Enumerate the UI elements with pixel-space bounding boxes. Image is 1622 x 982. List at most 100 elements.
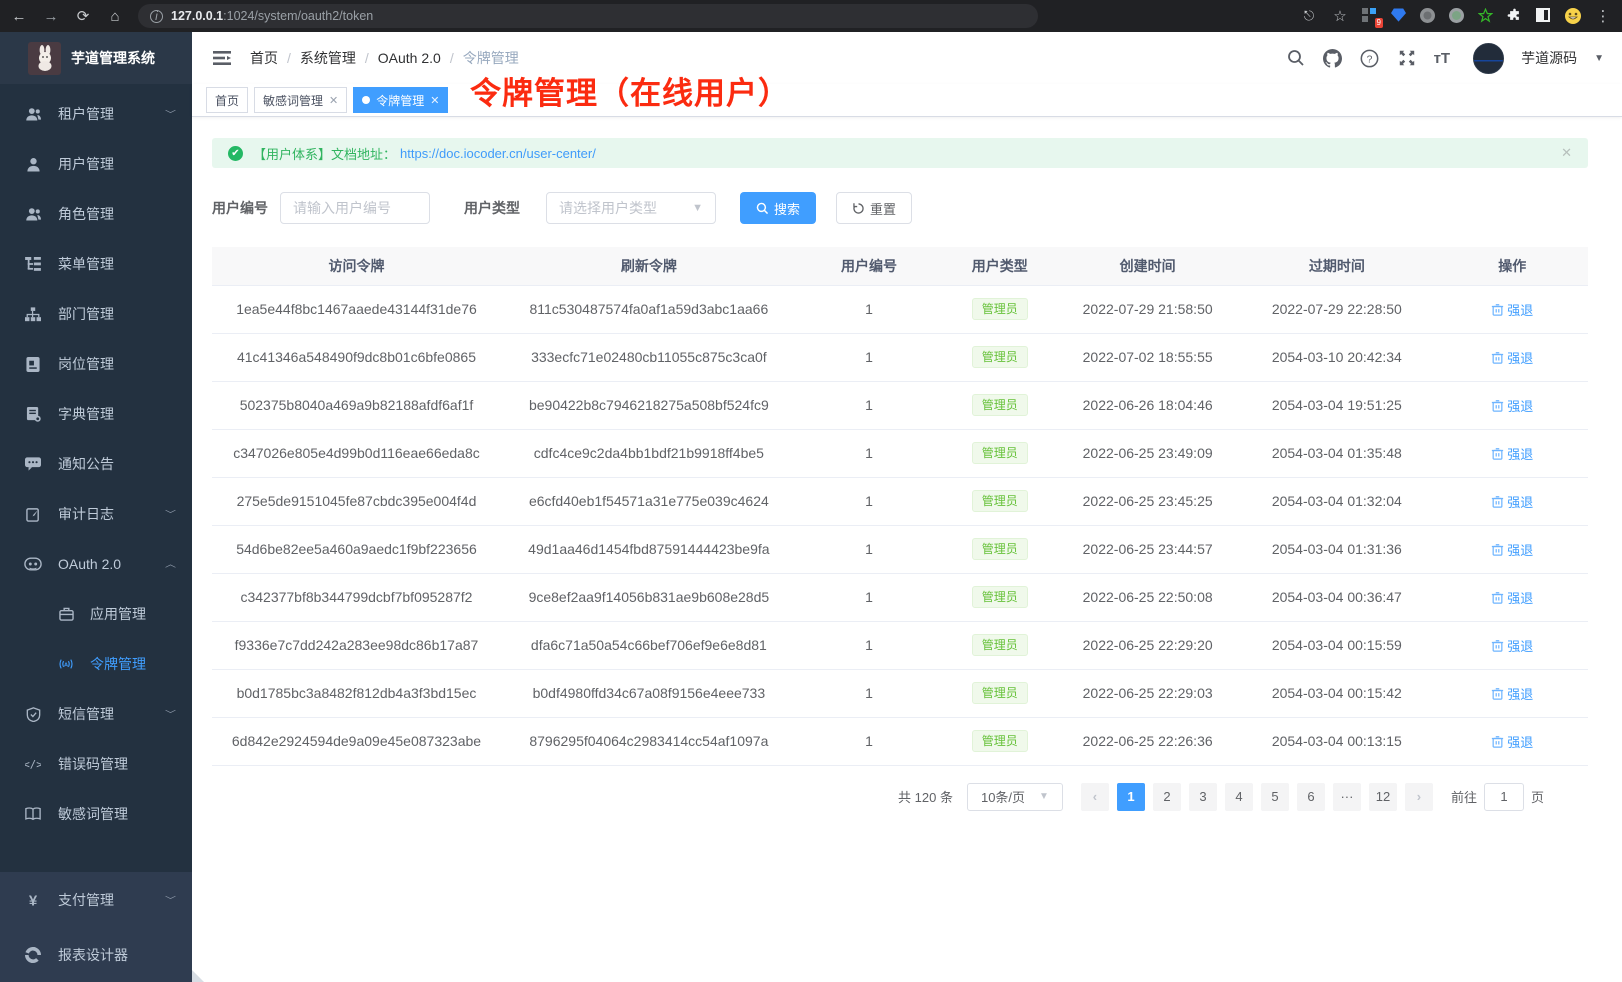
- user-caret-icon[interactable]: ▼: [1594, 53, 1604, 64]
- force-logout-button[interactable]: 强退: [1491, 300, 1533, 319]
- created-time-cell: 2022-06-25 23:45:25: [1058, 477, 1237, 525]
- breadcrumb-current: 令牌管理: [463, 48, 519, 68]
- username[interactable]: 芋道源码: [1521, 48, 1577, 68]
- tab-首页[interactable]: 首页: [206, 87, 248, 113]
- avatar[interactable]: [1473, 43, 1504, 74]
- breadcrumb-home[interactable]: 首页: [250, 48, 278, 68]
- hamburger-icon[interactable]: [212, 48, 232, 68]
- url-text: 127.0.0.1:1024/system/oauth2/token: [171, 9, 373, 23]
- user-type-select[interactable]: 请选择用户类型 ▼: [546, 192, 716, 224]
- sidebar-item-oauth2-token[interactable]: A令牌管理: [0, 639, 192, 689]
- svg-text:A: A: [64, 662, 68, 668]
- force-logout-button[interactable]: 强退: [1491, 444, 1533, 463]
- column-header: 创建时间: [1058, 247, 1237, 285]
- page-button-5[interactable]: 5: [1261, 783, 1289, 811]
- chrome-menu-icon[interactable]: ⋮: [1594, 7, 1612, 25]
- page-button-4[interactable]: 4: [1225, 783, 1253, 811]
- action-cell: 强退: [1437, 525, 1588, 573]
- sidebar-toggle-icon[interactable]: [1536, 8, 1552, 24]
- page-button-1[interactable]: 1: [1117, 783, 1145, 811]
- more-pages-button[interactable]: ···: [1333, 783, 1361, 811]
- search-button[interactable]: 搜索: [740, 192, 816, 224]
- force-logout-button[interactable]: 强退: [1491, 540, 1533, 559]
- alert-close-icon[interactable]: ✕: [1561, 145, 1572, 161]
- pagination: 共 120 条 10条/页▼ ‹ 123456···12 › 前往 页: [212, 783, 1588, 811]
- sidebar-item-tenant[interactable]: 租户管理﹀: [0, 89, 192, 139]
- breadcrumb-system[interactable]: 系统管理: [300, 48, 356, 68]
- tab-close-icon[interactable]: ✕: [430, 94, 439, 107]
- force-logout-button[interactable]: 强退: [1491, 396, 1533, 415]
- extension-gem-icon[interactable]: [1391, 8, 1407, 24]
- extension-gray-circle-icon[interactable]: [1420, 8, 1436, 24]
- help-icon[interactable]: ?: [1360, 48, 1380, 68]
- page-button-2[interactable]: 2: [1153, 783, 1181, 811]
- extension-green-star-icon[interactable]: [1478, 8, 1494, 24]
- profile-emoji-icon[interactable]: [1565, 8, 1581, 24]
- forward-icon[interactable]: →: [42, 8, 60, 25]
- bookmark-star-icon[interactable]: ☆: [1331, 7, 1349, 25]
- user-type-cell: 管理员: [941, 573, 1058, 621]
- message-icon: [24, 455, 42, 473]
- sidebar-item-sms[interactable]: 短信管理﹀: [0, 689, 192, 739]
- page-button-12[interactable]: 12: [1369, 783, 1397, 811]
- page-button-6[interactable]: 6: [1297, 783, 1325, 811]
- address-bar[interactable]: i 127.0.0.1:1024/system/oauth2/token: [138, 4, 1038, 28]
- sidebar-item-report-designer[interactable]: 报表设计器: [0, 927, 192, 982]
- sidebar-item-menu[interactable]: 菜单管理: [0, 239, 192, 289]
- search-icon[interactable]: [1286, 48, 1306, 68]
- alert-doc-link[interactable]: https://doc.iocoder.cn/user-center/: [400, 146, 596, 161]
- jump-page-input[interactable]: [1484, 783, 1524, 811]
- page-size-select[interactable]: 10条/页▼: [967, 783, 1063, 811]
- extension-tampermonkey-icon[interactable]: 9: [1362, 8, 1378, 24]
- force-logout-button[interactable]: 强退: [1491, 588, 1533, 607]
- home-icon[interactable]: ⌂: [106, 8, 124, 25]
- sidebar-item-pay[interactable]: ¥支付管理﹀: [0, 872, 192, 927]
- access-token-cell: 6d842e2924594de9a09e45e087323abe: [212, 717, 501, 765]
- user-type-cell: 管理员: [941, 669, 1058, 717]
- share-icon[interactable]: ⎋: [1300, 8, 1318, 24]
- tab-oauth2-token[interactable]: 令牌管理✕: [353, 87, 448, 113]
- user-type-cell: 管理员: [941, 333, 1058, 381]
- sidebar-item-dept[interactable]: 部门管理: [0, 289, 192, 339]
- sidebar-item-error-code[interactable]: </>错误码管理: [0, 739, 192, 789]
- sidebar-item-role[interactable]: 角色管理: [0, 189, 192, 239]
- back-icon[interactable]: ←: [10, 8, 28, 25]
- access-token-cell: 41c41346a548490f9dc8b01c6bfe0865: [212, 333, 501, 381]
- page-button-3[interactable]: 3: [1189, 783, 1217, 811]
- top-header: 首页/ 系统管理/ OAuth 2.0/ 令牌管理 ? ᴛT 芋道源码 ▼: [192, 32, 1622, 84]
- fullscreen-icon[interactable]: [1397, 48, 1417, 68]
- font-size-icon[interactable]: ᴛT: [1434, 50, 1451, 67]
- extension-puzzle-icon[interactable]: [1507, 8, 1523, 24]
- breadcrumb-oauth[interactable]: OAuth 2.0: [378, 50, 441, 66]
- column-header: 过期时间: [1237, 247, 1437, 285]
- reset-button[interactable]: 重置: [836, 192, 912, 224]
- sidebar-item-notice[interactable]: 通知公告: [0, 439, 192, 489]
- site-info-icon[interactable]: i: [150, 10, 163, 23]
- sidebar-item-post[interactable]: 岗位管理: [0, 339, 192, 389]
- user-id-input[interactable]: [280, 192, 430, 224]
- next-page-button[interactable]: ›: [1405, 783, 1433, 811]
- sidebar-item-audit-log[interactable]: 审计日志﹀: [0, 489, 192, 539]
- extension-green-dot-icon[interactable]: [1449, 8, 1465, 24]
- force-logout-button[interactable]: 强退: [1491, 348, 1533, 367]
- action-cell: 强退: [1437, 285, 1588, 333]
- token-table: 访问令牌刷新令牌用户编号用户类型创建时间过期时间操作 1ea5e44f8bc14…: [212, 247, 1588, 766]
- tab-sensitive-word[interactable]: 敏感词管理✕: [254, 87, 347, 113]
- force-logout-button[interactable]: 强退: [1491, 732, 1533, 751]
- prev-page-button[interactable]: ‹: [1081, 783, 1109, 811]
- force-logout-button[interactable]: 强退: [1491, 684, 1533, 703]
- tab-close-icon[interactable]: ✕: [329, 94, 338, 107]
- sidebar-item-oauth2[interactable]: OAuth 2.0︿: [0, 539, 192, 589]
- sidebar-item-dict[interactable]: 字典管理: [0, 389, 192, 439]
- github-icon[interactable]: [1323, 48, 1343, 68]
- reload-icon[interactable]: ⟳: [74, 7, 92, 25]
- table-row: b0d1785bc3a8482f812db4a3f3bd15ecb0df4980…: [212, 669, 1588, 717]
- force-logout-button[interactable]: 强退: [1491, 636, 1533, 655]
- access-token-cell: 54d6be82ee5a460a9aedc1f9bf223656: [212, 525, 501, 573]
- sidebar-item-sensitive-word[interactable]: 敏感词管理: [0, 789, 192, 839]
- sidebar-item-oauth2-app[interactable]: 应用管理: [0, 589, 192, 639]
- app-logo-header[interactable]: 芋道管理系统: [0, 32, 192, 84]
- force-logout-button[interactable]: 强退: [1491, 492, 1533, 511]
- user-icon: [24, 155, 42, 173]
- sidebar-item-user[interactable]: 用户管理: [0, 139, 192, 189]
